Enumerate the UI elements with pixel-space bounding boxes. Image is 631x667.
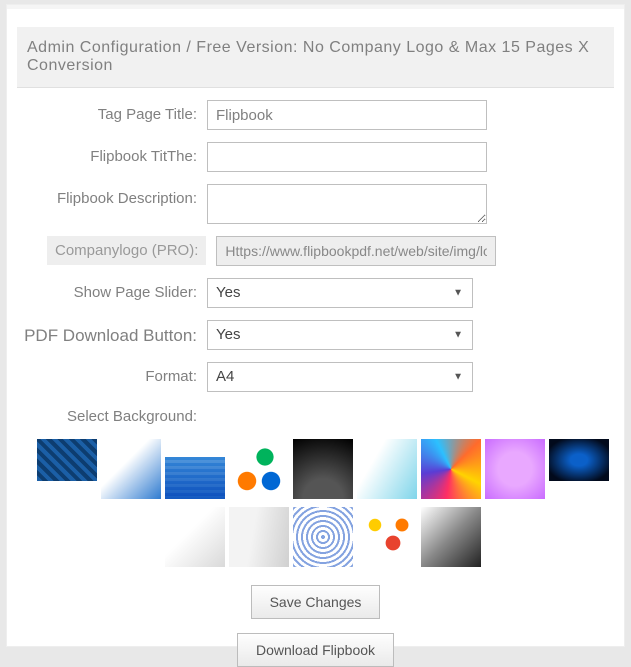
label-company-logo: Companylogo (PRO): (47, 236, 206, 265)
select-show-page-slider[interactable]: Yes ▼ (207, 278, 473, 308)
row-format: Format: A4 ▼ (7, 362, 624, 392)
bg-thumb-2[interactable] (101, 439, 161, 499)
label-pdf-download-button: PDF Download Button: (7, 320, 207, 346)
label-flipbook-description: Flipbook Description: (7, 184, 207, 207)
row-show-page-slider: Show Page Slider: Yes ▼ (7, 278, 624, 308)
select-pdf-download-button-value: Yes (207, 320, 473, 350)
banner: Admin Configuration / Free Version: No C… (17, 27, 614, 88)
admin-config-page: Admin Configuration / Free Version: No C… (6, 4, 625, 647)
bg-thumb-5[interactable] (293, 439, 353, 499)
select-pdf-download-button[interactable]: Yes ▼ (207, 320, 473, 350)
row-flipbook-title: Flipbook TitThe: (7, 142, 624, 172)
input-flipbook-title[interactable] (207, 142, 487, 172)
row-pdf-download-button: PDF Download Button: Yes ▼ (7, 320, 624, 350)
bg-thumb-1[interactable] (37, 439, 97, 481)
bg-thumb-8[interactable] (485, 439, 545, 499)
bg-thumb-14[interactable] (421, 507, 481, 567)
actions: Save Changes Download Flipbook (7, 585, 624, 667)
input-company-logo (216, 236, 496, 266)
background-grid (37, 439, 617, 567)
label-tag-page-title: Tag Page Title: (7, 100, 207, 123)
download-button[interactable]: Download Flipbook (237, 633, 394, 667)
save-button[interactable]: Save Changes (251, 585, 381, 619)
bg-thumb-11[interactable] (229, 507, 289, 567)
select-format[interactable]: A4 ▼ (207, 362, 473, 392)
top-strip (7, 5, 624, 9)
bg-thumb-7[interactable] (421, 439, 481, 499)
bg-thumb-6[interactable] (357, 439, 417, 499)
label-select-background: Select Background: (67, 408, 624, 425)
row-tag-page-title: Tag Page Title: (7, 100, 624, 130)
background-section: Select Background: (7, 408, 624, 567)
bg-thumb-9[interactable] (549, 439, 609, 481)
row-company-logo: Companylogo (PRO): (7, 236, 624, 266)
input-flipbook-description[interactable] (207, 184, 487, 224)
bg-thumb-13[interactable] (357, 507, 417, 567)
bg-thumb-10[interactable] (165, 507, 225, 567)
select-show-page-slider-value: Yes (207, 278, 473, 308)
input-tag-page-title[interactable] (207, 100, 487, 130)
bg-thumb-3[interactable] (165, 457, 225, 499)
label-flipbook-title: Flipbook TitThe: (7, 142, 207, 165)
row-flipbook-description: Flipbook Description: (7, 184, 624, 224)
bg-thumb-4[interactable] (229, 439, 289, 499)
label-show-page-slider: Show Page Slider: (7, 278, 207, 301)
select-format-value: A4 (207, 362, 473, 392)
label-format: Format: (7, 362, 207, 385)
bg-thumb-12[interactable] (293, 507, 353, 567)
